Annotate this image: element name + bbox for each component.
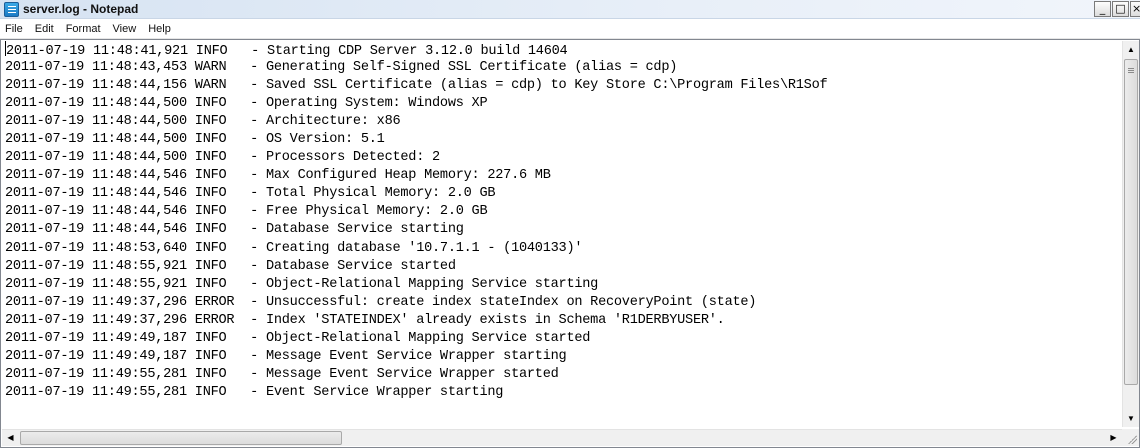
- log-line: 2011-07-19 11:48:41,921 INFO - Starting …: [5, 41, 1122, 59]
- log-line: 2011-07-19 11:49:37,296 ERROR - Index 'S…: [5, 312, 1122, 330]
- log-line-text: 2011-07-19 11:49:49,187 INFO - Object-Re…: [5, 330, 591, 346]
- log-line: 2011-07-19 11:48:44,546 INFO - Free Phys…: [5, 203, 1122, 221]
- log-line: 2011-07-19 11:49:49,187 INFO - Object-Re…: [5, 330, 1122, 348]
- resize-grip-icon[interactable]: [1122, 429, 1139, 446]
- window-title: server.log - Notepad: [23, 2, 139, 16]
- maximize-button[interactable]: □: [1112, 1, 1129, 17]
- log-line-text: 2011-07-19 11:48:43,453 WARN - Generatin…: [5, 60, 678, 76]
- log-line-text: 2011-07-19 11:48:44,500 INFO - Processor…: [5, 150, 440, 166]
- log-line: 2011-07-19 11:48:44,156 WARN - Saved SSL…: [5, 77, 1122, 95]
- scroll-down-arrow-icon[interactable]: ▼: [1123, 410, 1139, 427]
- menu-edit[interactable]: Edit: [29, 23, 60, 35]
- scroll-right-arrow-icon[interactable]: ▶: [1105, 430, 1122, 446]
- log-line: 2011-07-19 11:49:37,296 ERROR - Unsucces…: [5, 294, 1122, 312]
- log-line: 2011-07-19 11:48:55,921 INFO - Database …: [5, 258, 1122, 276]
- text-editor[interactable]: 2011-07-19 11:48:41,921 INFO - Starting …: [0, 39, 1140, 448]
- log-line: 2011-07-19 11:48:55,921 INFO - Object-Re…: [5, 276, 1122, 294]
- log-line: 2011-07-19 11:49:55,281 INFO - Event Ser…: [5, 384, 1122, 402]
- log-line: 2011-07-19 11:48:44,500 INFO - OS Versio…: [5, 131, 1122, 149]
- log-line: 2011-07-19 11:48:44,546 INFO - Total Phy…: [5, 185, 1122, 203]
- log-line-text: 2011-07-19 11:48:44,546 INFO - Free Phys…: [5, 204, 488, 220]
- log-line-text: 2011-07-19 11:48:44,500 INFO - OS Versio…: [5, 132, 385, 148]
- notepad-window: server.log - Notepad _ □ × File Edit For…: [0, 0, 1140, 448]
- horizontal-scrollbar[interactable]: ◀ ▶: [2, 429, 1122, 446]
- vertical-scrollbar[interactable]: ▲ ▼: [1122, 41, 1139, 427]
- text-area[interactable]: 2011-07-19 11:48:41,921 INFO - Starting …: [2, 41, 1122, 427]
- menu-format[interactable]: Format: [60, 23, 107, 35]
- log-line-text: 2011-07-19 11:48:55,921 INFO - Database …: [5, 258, 456, 274]
- log-line-text: 2011-07-19 11:48:44,546 INFO - Database …: [5, 222, 464, 238]
- log-line-text: 2011-07-19 11:49:55,281 INFO - Message E…: [5, 366, 559, 382]
- window-controls: _ □ ×: [1094, 1, 1140, 18]
- log-line: 2011-07-19 11:48:43,453 WARN - Generatin…: [5, 59, 1122, 77]
- log-line-text: 2011-07-19 11:48:44,500 INFO - Architect…: [5, 114, 401, 130]
- menu-bar: File Edit Format View Help: [0, 19, 1140, 39]
- log-line-text: 2011-07-19 11:48:44,546 INFO - Max Confi…: [5, 168, 551, 184]
- vertical-scroll-thumb[interactable]: [1124, 59, 1138, 385]
- menu-view[interactable]: View: [107, 23, 143, 35]
- log-line: 2011-07-19 11:48:44,546 INFO - Database …: [5, 221, 1122, 239]
- menu-help[interactable]: Help: [142, 23, 177, 35]
- log-line-text: 2011-07-19 11:48:44,156 WARN - Saved SSL…: [5, 78, 828, 94]
- log-line-text: 2011-07-19 11:49:37,296 ERROR - Index 'S…: [5, 312, 725, 328]
- minimize-button[interactable]: _: [1094, 1, 1111, 17]
- log-line: 2011-07-19 11:48:53,640 INFO - Creating …: [5, 240, 1122, 258]
- log-line: 2011-07-19 11:49:55,281 INFO - Message E…: [5, 366, 1122, 384]
- notepad-icon[interactable]: [4, 2, 19, 17]
- log-line: 2011-07-19 11:48:44,546 INFO - Max Confi…: [5, 167, 1122, 185]
- log-line-text: 2011-07-19 11:49:49,187 INFO - Message E…: [5, 348, 567, 364]
- log-line-text: 2011-07-19 11:48:55,921 INFO - Object-Re…: [5, 276, 599, 292]
- scroll-left-arrow-icon[interactable]: ◀: [2, 430, 19, 446]
- log-line: 2011-07-19 11:48:44,500 INFO - Processor…: [5, 149, 1122, 167]
- log-line-text: 2011-07-19 11:48:41,921 INFO - Starting …: [6, 44, 568, 59]
- log-line: 2011-07-19 11:48:44,500 INFO - Operating…: [5, 95, 1122, 113]
- menu-file[interactable]: File: [0, 23, 29, 35]
- log-line-text: 2011-07-19 11:48:44,500 INFO - Operating…: [5, 96, 488, 112]
- horizontal-scroll-thumb[interactable]: [20, 431, 342, 445]
- log-line: 2011-07-19 11:49:49,187 INFO - Message E…: [5, 348, 1122, 366]
- log-line-text: 2011-07-19 11:48:53,640 INFO - Creating …: [5, 240, 583, 256]
- log-line-text: 2011-07-19 11:49:37,296 ERROR - Unsucces…: [5, 294, 757, 310]
- title-bar[interactable]: server.log - Notepad _ □ ×: [0, 0, 1140, 19]
- close-button[interactable]: ×: [1130, 1, 1140, 17]
- log-line-text: 2011-07-19 11:48:44,546 INFO - Total Phy…: [5, 186, 496, 202]
- log-line-text: 2011-07-19 11:49:55,281 INFO - Event Ser…: [5, 384, 504, 400]
- scroll-up-arrow-icon[interactable]: ▲: [1123, 41, 1139, 58]
- log-line: 2011-07-19 11:48:44,500 INFO - Architect…: [5, 113, 1122, 131]
